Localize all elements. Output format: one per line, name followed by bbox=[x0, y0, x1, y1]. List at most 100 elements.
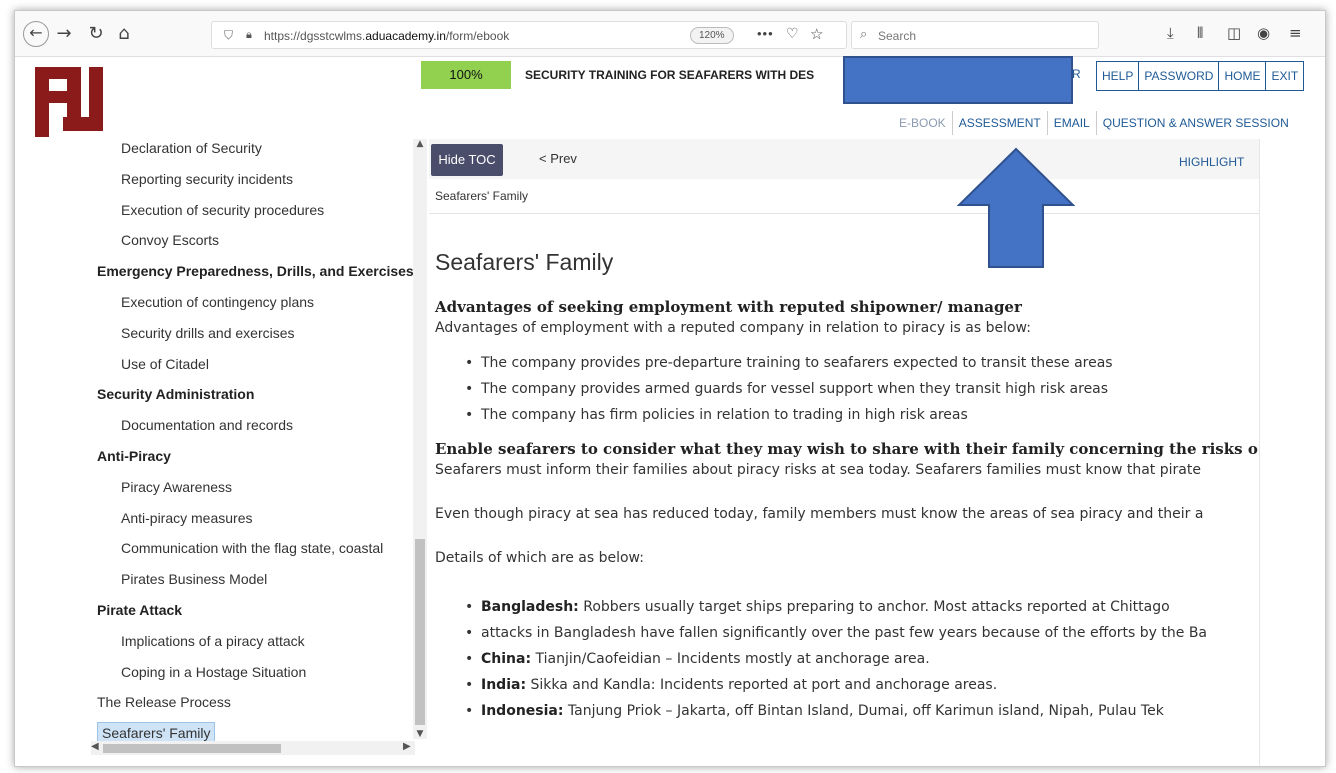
qa-session-link[interactable]: QUESTION & ANSWER SESSION bbox=[1095, 111, 1295, 135]
url-bar[interactable]: ⛉ 🔒︎ https://dgsstcwlms.aduacademy.in/fo… bbox=[211, 21, 847, 49]
toc-item[interactable]: Reporting security incidents bbox=[91, 164, 421, 195]
content-edge bbox=[1259, 139, 1260, 766]
prev-button[interactable]: < Prev bbox=[539, 151, 577, 166]
lock-icon[interactable]: 🔒︎ bbox=[246, 28, 252, 42]
library-icon[interactable]: ⫴ bbox=[1197, 24, 1203, 42]
toc-sidebar: Declaration of Security Reporting securit… bbox=[91, 133, 431, 755]
toc-item[interactable]: Anti-piracy measures bbox=[91, 503, 421, 534]
download-icon[interactable]: ⤓ bbox=[1167, 24, 1174, 42]
list-item-continuation: attacks in Bangladesh have fallen signif… bbox=[463, 620, 1259, 646]
pocket-icon[interactable]: ♡ bbox=[786, 26, 799, 42]
toc-item-label: Anti-piracy measures bbox=[121, 509, 253, 526]
toc-item[interactable]: Execution of security procedures bbox=[91, 195, 421, 226]
annotation-arrow-icon bbox=[957, 147, 1075, 268]
toc-item[interactable]: Execution of contingency plans bbox=[91, 287, 421, 318]
home-link[interactable]: HOME bbox=[1218, 61, 1267, 91]
exit-link[interactable]: EXIT bbox=[1265, 61, 1305, 91]
toc-item[interactable]: Coping in a Hostage Situation bbox=[91, 657, 421, 688]
toc-item[interactable]: Documentation and records bbox=[91, 410, 421, 441]
header-partial-link[interactable]: R bbox=[1072, 67, 1081, 81]
sub-nav: E-BOOK ASSESSMENT EMAIL QUESTION & ANSWE… bbox=[893, 111, 1295, 135]
list-item: The company provides pre-departure train… bbox=[463, 350, 1259, 376]
url-text[interactable]: https://dgsstcwlms.aduacademy.in/form/eb… bbox=[264, 29, 509, 43]
ebook-link[interactable]: E-BOOK bbox=[893, 111, 952, 135]
screenshot-frame: ← → ↻ ⌂ ⛉ 🔒︎ https://dgsstcwlms.aduacade… bbox=[14, 10, 1326, 767]
list-item: The company provides armed guards for ve… bbox=[463, 376, 1259, 402]
forward-icon[interactable]: → bbox=[53, 23, 75, 45]
sidebar-icon[interactable]: ◫ bbox=[1227, 24, 1241, 42]
toc-item-label: Security Administration bbox=[97, 386, 255, 403]
toc-item[interactable]: Security drills and exercises bbox=[91, 318, 421, 349]
browser-toolbar: ← → ↻ ⌂ ⛉ 🔒︎ https://dgsstcwlms.aduacade… bbox=[15, 11, 1325, 57]
toc-item-label: Execution of contingency plans bbox=[121, 293, 315, 310]
search-icon: ⌕ bbox=[860, 27, 868, 42]
redaction-box bbox=[843, 56, 1073, 104]
section-heading: Enable seafarers to consider what they m… bbox=[435, 440, 1258, 458]
home-icon[interactable]: ⌂ bbox=[113, 23, 135, 45]
breadcrumb: Seafarers' Family bbox=[435, 189, 528, 203]
toc-item-label: Pirate Attack bbox=[97, 601, 183, 618]
toc-item-label: Documentation and records bbox=[121, 417, 293, 434]
search-placeholder: Search bbox=[878, 29, 917, 43]
toc-item-label: Use of Citadel bbox=[121, 355, 209, 372]
toc-item-label: The Release Process bbox=[97, 694, 231, 711]
top-nav: HELP PASSWORD HOME EXIT bbox=[1096, 61, 1305, 91]
toc-item[interactable]: Piracy Awareness bbox=[91, 472, 421, 503]
list-item: The company has firm policies in relatio… bbox=[463, 402, 1259, 428]
scroll-left-icon[interactable]: ◀ bbox=[91, 741, 99, 752]
toc-item-label: Pirates Business Model bbox=[121, 571, 268, 588]
reload-icon[interactable]: ↻ bbox=[85, 23, 107, 45]
toc-list: Declaration of Security Reporting securit… bbox=[91, 133, 421, 749]
toc-item-label: Communication with the flag state, coast… bbox=[121, 540, 384, 557]
list-item: China: Tianjin/Caofeidian – Incidents mo… bbox=[463, 646, 1259, 672]
toc-item-label: Convoy Escorts bbox=[121, 232, 220, 249]
bookmark-star-icon[interactable]: ☆ bbox=[810, 25, 823, 43]
scroll-right-icon[interactable]: ▶ bbox=[403, 741, 411, 752]
toc-item-label: Execution of security procedures bbox=[121, 201, 325, 218]
toc-item-label: Piracy Awareness bbox=[121, 478, 233, 495]
highlight-button[interactable]: HIGHLIGHT bbox=[1179, 155, 1244, 169]
toc-vertical-scrollbar[interactable]: ▲ ▼ bbox=[413, 139, 427, 739]
toc-section[interactable]: Pirate Attack bbox=[91, 595, 421, 626]
list-item: India: Sikka and Kandla: Incidents repor… bbox=[463, 672, 1259, 698]
toc-section[interactable]: Emergency Preparedness, Drills, and Exer… bbox=[91, 256, 421, 287]
toc-section[interactable]: Security Administration bbox=[91, 379, 421, 410]
toc-item-label: Declaration of Security bbox=[121, 140, 262, 156]
toc-item[interactable]: Declaration of Security bbox=[91, 133, 421, 164]
toc-item[interactable]: Implications of a piracy attack bbox=[91, 626, 421, 657]
scroll-up-icon[interactable]: ▲ bbox=[413, 139, 427, 149]
toc-item[interactable]: Pirates Business Model bbox=[91, 564, 421, 595]
toc-item[interactable]: Communication with the flag state, coast… bbox=[91, 533, 421, 564]
toc-section[interactable]: Anti-Piracy bbox=[91, 441, 421, 472]
help-link[interactable]: HELP bbox=[1096, 61, 1140, 91]
toc-item[interactable]: Convoy Escorts bbox=[91, 225, 421, 256]
page-actions-icon[interactable]: ••• bbox=[757, 26, 774, 41]
course-title: SECURITY TRAINING FOR SEAFARERS WITH DES bbox=[525, 68, 815, 82]
shield-icon[interactable]: ⛉ bbox=[224, 28, 233, 43]
hide-toc-button[interactable]: Hide TOC bbox=[431, 144, 503, 176]
toc-item-label: Coping in a Hostage Situation bbox=[121, 663, 307, 680]
assessment-link[interactable]: ASSESSMENT bbox=[951, 111, 1047, 135]
back-icon[interactable]: ← bbox=[23, 21, 49, 47]
hscroll-thumb[interactable] bbox=[103, 744, 281, 753]
page-title: Seafarers' Family bbox=[435, 249, 614, 275]
scroll-down-icon[interactable]: ▼ bbox=[413, 729, 427, 739]
paragraph: Even though piracy at sea has reduced to… bbox=[435, 506, 1204, 522]
toc-item[interactable]: The Release Process bbox=[91, 687, 421, 718]
list-item: Indonesia: Tanjung Priok – Jakarta, off … bbox=[463, 698, 1259, 724]
email-link[interactable]: EMAIL bbox=[1046, 111, 1096, 135]
toc-item-label: Implications of a piracy attack bbox=[121, 632, 305, 649]
toc-item-label: Emergency Preparedness, Drills, and Exer… bbox=[97, 263, 414, 280]
toc-item[interactable]: Use of Citadel bbox=[91, 349, 421, 380]
search-input[interactable]: ⌕ Search bbox=[851, 21, 1099, 49]
toc-item-label: Anti-Piracy bbox=[97, 447, 171, 464]
toc-horizontal-scrollbar[interactable]: ◀ ▶ bbox=[91, 741, 415, 755]
article: Seafarers' Family Advantages of seeking … bbox=[435, 249, 1259, 736]
countries-list: Bangladesh: Robbers usually target ships… bbox=[463, 594, 1259, 724]
account-icon[interactable]: ◉ bbox=[1257, 24, 1270, 42]
scroll-thumb[interactable] bbox=[415, 539, 425, 725]
zoom-badge[interactable]: 120% bbox=[690, 27, 734, 44]
menu-icon[interactable]: ≡ bbox=[1289, 24, 1302, 42]
password-link[interactable]: PASSWORD bbox=[1138, 61, 1220, 91]
section-intro: Advantages of employment with a reputed … bbox=[435, 320, 1031, 336]
